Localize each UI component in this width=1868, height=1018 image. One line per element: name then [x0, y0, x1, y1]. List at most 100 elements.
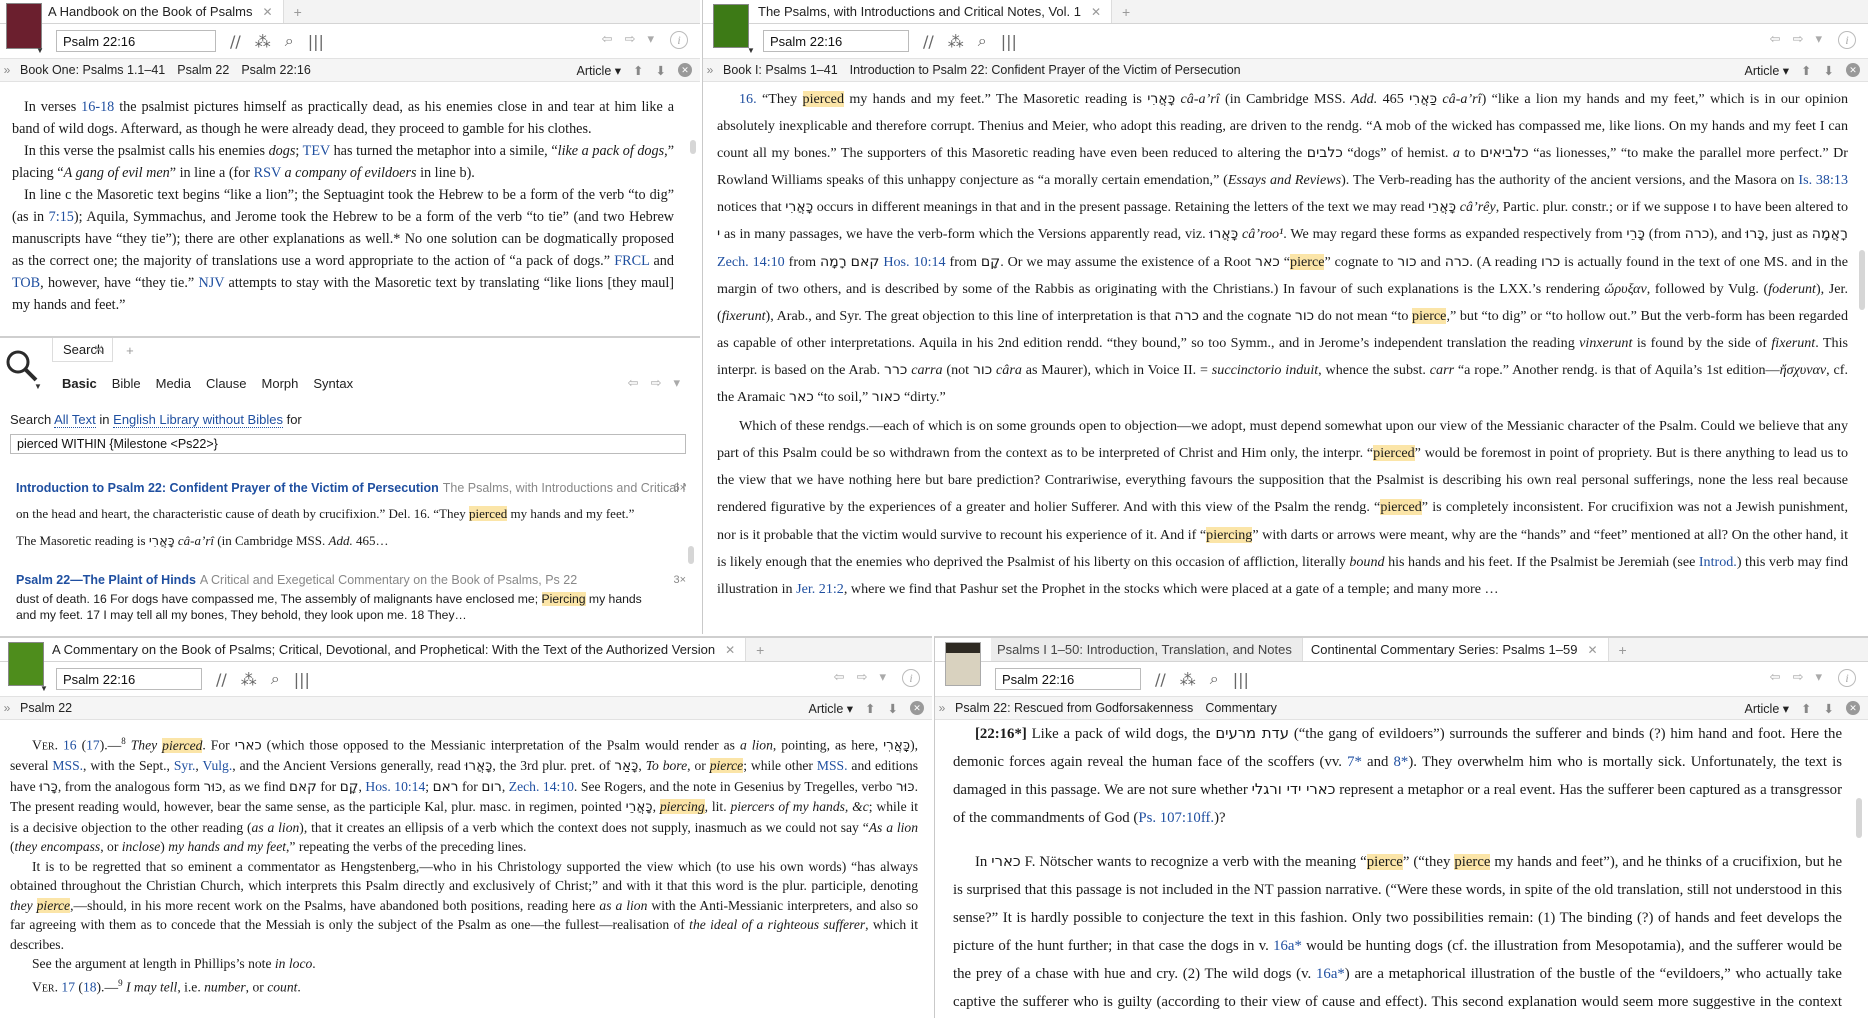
scrollbar[interactable]: [688, 546, 694, 564]
people-icon[interactable]: ⁂: [255, 32, 271, 51]
reference-link[interactable]: 7:15: [49, 209, 74, 225]
search-icon[interactable]: ⌕: [978, 31, 987, 51]
search-result[interactable]: Introduction to Psalm 22: Confident Pray…: [16, 478, 686, 552]
down-arrow-icon[interactable]: ⬇: [1824, 63, 1834, 78]
reference-link[interactable]: MSS.: [817, 758, 848, 773]
forward-arrow-icon[interactable]: ⇨: [651, 376, 662, 391]
columns-icon[interactable]: |||: [1233, 670, 1249, 689]
reference-link[interactable]: Introd.: [1699, 554, 1737, 570]
chevron-down-icon[interactable]: ▼: [34, 382, 42, 391]
people-icon[interactable]: ⁂: [1180, 670, 1196, 689]
dropdown-icon[interactable]: ▾: [879, 670, 886, 685]
article-dropdown[interactable]: Article ▾: [1745, 701, 1789, 716]
reference-link[interactable]: Vulg.: [202, 758, 232, 773]
search-query-input[interactable]: [10, 434, 686, 454]
article-dropdown[interactable]: Article ▾: [809, 701, 853, 716]
columns-icon[interactable]: |||: [308, 32, 324, 51]
close-icon[interactable]: ✕: [1091, 5, 1101, 19]
reference-link[interactable]: Zech. 14:10: [509, 779, 574, 794]
library-link[interactable]: English Library without Bibles: [113, 412, 283, 428]
columns-icon[interactable]: |||: [294, 670, 310, 689]
columns-icon[interactable]: |||: [1001, 32, 1017, 51]
crumb-item[interactable]: Psalm 22: Rescued from Godforsakenness: [949, 701, 1199, 715]
reference-link[interactable]: 18: [83, 979, 97, 994]
article-dropdown[interactable]: Article ▾: [577, 63, 621, 78]
search-icon[interactable]: [4, 348, 40, 384]
reference-input[interactable]: [995, 668, 1141, 690]
back-arrow-icon[interactable]: ⇦: [1770, 670, 1781, 685]
tab-continental-commentary[interactable]: Continental Commentary Series: Psalms 1–…: [1302, 638, 1609, 661]
up-arrow-icon[interactable]: ⬆: [865, 701, 875, 716]
dropdown-icon[interactable]: ▾: [1815, 670, 1822, 685]
search-icon[interactable]: ⌕: [1210, 669, 1219, 689]
reference-link[interactable]: 17: [86, 738, 100, 753]
crumb-item[interactable]: Commentary: [1199, 701, 1283, 715]
tab-handbook[interactable]: A Handbook on the Book of Psalms ✕: [48, 0, 284, 23]
scrollbar[interactable]: [690, 140, 696, 154]
up-arrow-icon[interactable]: ⬆: [1801, 701, 1811, 716]
up-arrow-icon[interactable]: ⬆: [1801, 63, 1811, 78]
reference-link[interactable]: TEV: [303, 143, 330, 159]
reference-link[interactable]: MSS.: [52, 758, 83, 773]
close-icon[interactable]: ✕: [1846, 63, 1860, 77]
reference-link[interactable]: FRCL: [614, 253, 649, 269]
tab-psalms-anchor[interactable]: Psalms I 1–50: Introduction, Translation…: [991, 638, 1303, 661]
search-icon[interactable]: ⌕: [271, 669, 280, 689]
chevron-right-icon[interactable]: »: [0, 63, 14, 77]
add-tab-button[interactable]: +: [1609, 638, 1637, 661]
dropdown-icon[interactable]: ▾: [647, 32, 654, 47]
chevron-right-icon[interactable]: »: [935, 701, 949, 715]
people-icon[interactable]: ⁂: [948, 32, 964, 51]
chevron-right-icon[interactable]: »: [703, 63, 717, 77]
tab-bible[interactable]: Bible: [112, 376, 141, 391]
back-arrow-icon[interactable]: ⇦: [628, 376, 639, 391]
reference-link[interactable]: Syr.: [174, 758, 196, 773]
reference-link[interactable]: 16-18: [81, 99, 114, 115]
parallel-icon[interactable]: //: [216, 670, 227, 689]
reference-input[interactable]: [763, 30, 909, 52]
parallel-icon[interactable]: //: [923, 32, 934, 51]
dropdown-icon[interactable]: ▾: [673, 376, 680, 391]
dropdown-icon[interactable]: ▾: [1815, 32, 1822, 47]
search-result[interactable]: Psalm 22—The Plaint of Hinds A Critical a…: [16, 570, 686, 623]
close-icon[interactable]: ✕: [725, 643, 735, 657]
reference-link[interactable]: Zech. 14:10: [717, 254, 785, 270]
crumb-item[interactable]: Book I: Psalms 1–41: [717, 63, 844, 77]
forward-arrow-icon[interactable]: ⇨: [1793, 32, 1804, 47]
forward-arrow-icon[interactable]: ⇨: [625, 32, 636, 47]
close-icon[interactable]: ✕: [910, 701, 924, 715]
add-tab-button[interactable]: +: [1112, 0, 1140, 23]
reference-link[interactable]: 17: [61, 979, 75, 994]
info-icon[interactable]: i: [1838, 669, 1856, 687]
back-arrow-icon[interactable]: ⇦: [602, 32, 613, 47]
info-icon[interactable]: i: [1838, 31, 1856, 49]
reference-link[interactable]: 16.: [739, 91, 757, 107]
scrollbar[interactable]: [1859, 250, 1865, 310]
crumb-item[interactable]: Psalm 22: [171, 63, 235, 77]
down-arrow-icon[interactable]: ⬇: [888, 701, 898, 716]
footnote-marker[interactable]: 8: [121, 736, 126, 746]
tab-syntax[interactable]: Syntax: [313, 376, 353, 391]
result-title-link[interactable]: Introduction to Psalm 22: Confident Pray…: [16, 481, 439, 495]
footnote-marker[interactable]: 9: [118, 978, 123, 988]
tab-commentary-psalms[interactable]: A Commentary on the Book of Psalms; Crit…: [52, 638, 747, 661]
close-icon[interactable]: ✕: [1846, 701, 1860, 715]
search-icon[interactable]: ⌕: [285, 31, 294, 51]
article-dropdown[interactable]: Article ▾: [1745, 63, 1789, 78]
reference-link[interactable]: 8*: [1394, 754, 1409, 770]
result-title-link[interactable]: Psalm 22—The Plaint of Hinds: [16, 573, 196, 587]
add-tab-button[interactable]: +: [126, 343, 134, 358]
forward-arrow-icon[interactable]: ⇨: [1793, 670, 1804, 685]
crumb-item[interactable]: Introduction to Psalm 22: Confident Pray…: [844, 63, 1247, 77]
tab-morph[interactable]: Morph: [262, 376, 299, 391]
crumb-item[interactable]: Psalm 22: [14, 701, 78, 715]
reference-link[interactable]: Ps. 107:10ff.: [1138, 810, 1214, 826]
crumb-item[interactable]: Psalm 22:16: [235, 63, 316, 77]
chevron-right-icon[interactable]: »: [0, 701, 14, 715]
reference-link[interactable]: 16: [63, 738, 77, 753]
up-arrow-icon[interactable]: ⬆: [633, 63, 643, 78]
close-icon[interactable]: ✕: [1587, 643, 1597, 657]
reference-input[interactable]: [56, 668, 202, 690]
reference-link[interactable]: Is. 38:13: [1798, 172, 1848, 188]
add-tab-button[interactable]: +: [284, 0, 312, 23]
